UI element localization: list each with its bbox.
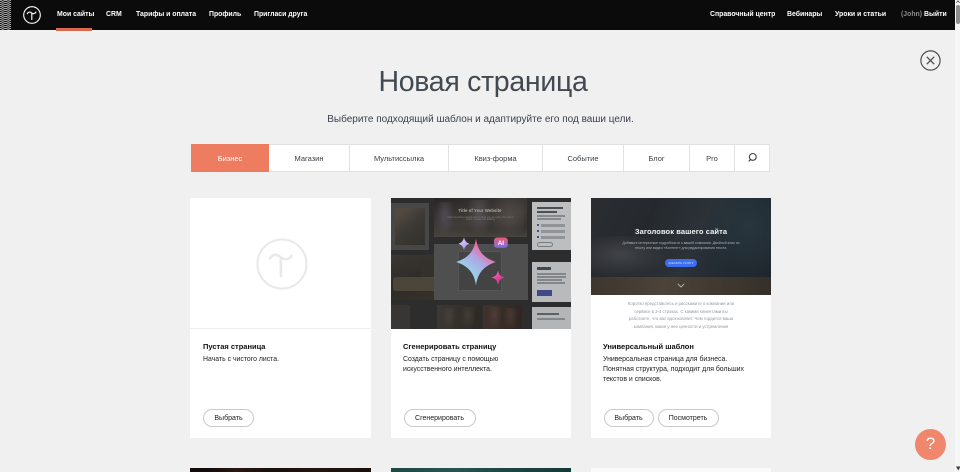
svg-text:AI: AI bbox=[497, 240, 504, 247]
